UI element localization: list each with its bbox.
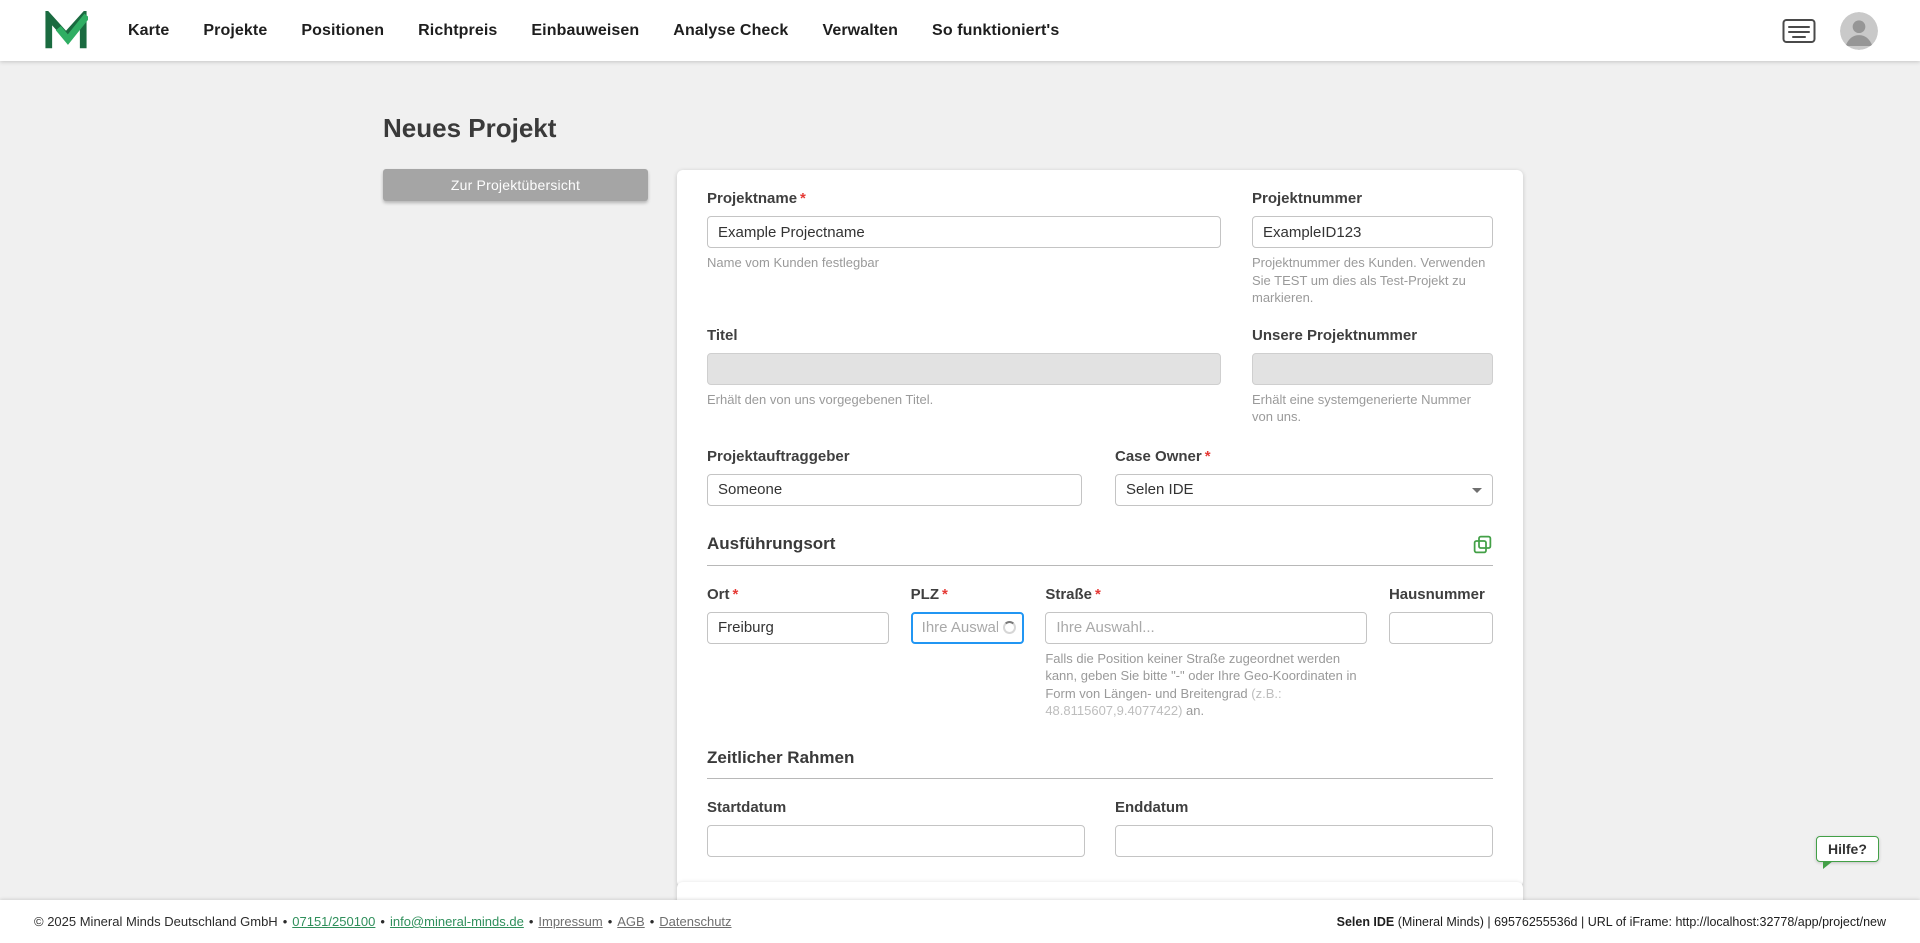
nav-item-positionen[interactable]: Positionen [301,22,384,40]
nav-item-analyse-check[interactable]: Analyse Check [673,22,788,40]
field-case-owner: Case Owner * Selen IDE [1115,448,1493,506]
field-unsere-projektnummer: Unsere Projektnummer Erhält eine systemg… [1252,327,1493,426]
strasse-helper: Falls die Position keiner Straße zugeord… [1045,650,1357,719]
footer-separator: • [380,914,385,929]
strasse-label: Straße * [1045,585,1101,603]
titel-input [707,352,1221,385]
nav-item-so-funktionierts[interactable]: So funktioniert's [932,22,1059,40]
projektname-helper: Name vom Kunden festlegbar [707,255,879,270]
top-nav: Karte Projekte Positionen Richtpreis Ein… [0,0,1920,61]
footer-phone-link[interactable]: 07151/250100 [292,914,375,929]
required-asterisk: * [1095,585,1101,603]
ort-label: Ort * [707,585,739,603]
keyboard-icon[interactable] [1782,18,1816,44]
case-owner-label: Case Owner * [1115,447,1211,465]
copy-icon[interactable] [1472,534,1493,555]
nav-items: Karte Projekte Positionen Richtpreis Ein… [128,22,1059,40]
titel-helper: Erhält den von uns vorgegebenen Titel. [707,391,934,407]
back-to-project-overview-button[interactable]: Zur Projektübersicht [383,169,648,201]
footer-agb-link[interactable]: AGB [617,914,644,929]
footer-session-info: Selen IDE (Mineral Minds) | 69576255536d… [1337,915,1886,929]
nav-item-karte[interactable]: Karte [128,22,169,40]
required-asterisk: * [942,585,948,603]
required-asterisk: * [800,190,806,207]
footer-email-link[interactable]: info@mineral-minds.de [390,914,524,929]
footer: © 2025 Mineral Minds Deutschland GmbH • … [0,900,1920,943]
footer-copyright: © 2025 Mineral Minds Deutschland GmbH [34,914,278,929]
unsere-projektnummer-input [1252,352,1493,385]
projektname-label: Projektname * [707,190,806,207]
field-startdatum: Startdatum [707,799,1085,857]
hausnummer-label: Hausnummer [1388,585,1485,603]
section-divider [707,777,1493,779]
projektname-input[interactable] [707,216,1221,248]
field-titel: Titel Erhält den von uns vorgegebenen Ti… [707,327,1221,426]
mineral-minds-logo[interactable] [44,10,88,51]
field-projektname: Projektname* Name vom Kunden festlegbar [707,190,1221,307]
field-plz: PLZ * [910,585,1024,720]
titel-label: Titel [707,326,738,344]
enddatum-input[interactable] [1115,824,1493,857]
section-divider [707,564,1493,566]
field-strasse: Straße* Falls die Position keiner Straße… [1045,585,1368,720]
person-icon [1840,11,1878,50]
field-projektauftraggeber: Projektauftraggeber [707,448,1082,506]
projektnummer-input[interactable] [1252,216,1493,248]
footer-session-user: Selen IDE [1336,914,1395,929]
row-zeitraum: Startdatum Enddatum [707,799,1493,857]
footer-separator: • [282,914,288,929]
unsere-projektnummer-label: Unsere Projektnummer [1252,326,1418,344]
row-titel-unsere-projektnummer: Titel Erhält den von uns vorgegebenen Ti… [707,327,1493,426]
nav-item-projekte[interactable]: Projekte [203,22,267,40]
nav-item-verwalten[interactable]: Verwalten [822,22,898,40]
required-asterisk: * [1204,447,1211,465]
section-zeitlicher-rahmen-header: Zeitlicher Rahmen [707,748,1493,768]
row-projektname-projektnummer: Projektname* Name vom Kunden festlegbar … [707,190,1493,307]
user-avatar[interactable] [1840,11,1878,50]
startdatum-input[interactable] [707,824,1085,857]
field-ort: Ort * [707,586,889,720]
row-auftraggeber-caseowner: Projektauftraggeber Case Owner* Selen ID… [707,448,1493,506]
enddatum-label: Enddatum [1115,798,1189,816]
unsere-projektnummer-helper: Erhält eine systemgenerierte Nummer von … [1252,391,1471,425]
projektnummer-label: Projektnummer [1252,190,1363,207]
strasse-input[interactable] [1045,611,1368,644]
field-enddatum: Enddatum [1115,799,1493,857]
case-owner-selected-value: Selen IDE [1126,481,1194,499]
chevron-down-icon [1472,487,1482,493]
section-ausfuehrungsort-header: Ausführungsort [707,534,1493,555]
footer-separator: • [607,914,613,929]
row-adresse: Ort* PLZ* Straße* Falls die Position [707,586,1493,720]
nav-right [1782,11,1878,50]
case-owner-select[interactable]: Selen IDE [1115,473,1493,506]
section-title-ausfuehrungsort: Ausführungsort [707,534,836,554]
nav-item-einbauweisen[interactable]: Einbauweisen [531,22,639,40]
loading-spinner-icon [1002,620,1016,634]
field-projektnummer: Projektnummer Projektnummer des Kunden. … [1252,190,1493,307]
footer-impressum-link[interactable]: Impressum [538,914,602,929]
projektauftraggeber-label: Projektauftraggeber [707,447,850,465]
footer-separator: • [649,914,655,929]
logo-m-icon [45,10,88,48]
hausnummer-input[interactable] [1388,611,1493,644]
field-hausnummer: Hausnummer [1388,585,1493,720]
nav-item-richtpreis[interactable]: Richtpreis [418,22,497,40]
projektauftraggeber-input[interactable] [707,473,1082,506]
footer-separator: • [528,914,534,929]
startdatum-label: Startdatum [707,798,787,816]
footer-left: © 2025 Mineral Minds Deutschland GmbH • … [34,914,732,929]
page-title: Neues Projekt [383,113,557,143]
new-project-form-card: Projektname* Name vom Kunden festlegbar … [677,170,1523,887]
projektnummer-helper: Projektnummer des Kunden. Verwenden Sie … [1252,255,1486,306]
plz-label: PLZ * [910,585,948,603]
required-asterisk: * [732,585,739,603]
footer-datenschutz-link[interactable]: Datenschutz [659,914,731,929]
footer-session-details: (Mineral Minds) | 69576255536d | URL of … [1394,914,1886,929]
ort-input[interactable] [707,611,889,644]
section-title-zeitlicher-rahmen: Zeitlicher Rahmen [707,747,855,767]
help-button[interactable]: Hilfe? [1816,836,1879,869]
